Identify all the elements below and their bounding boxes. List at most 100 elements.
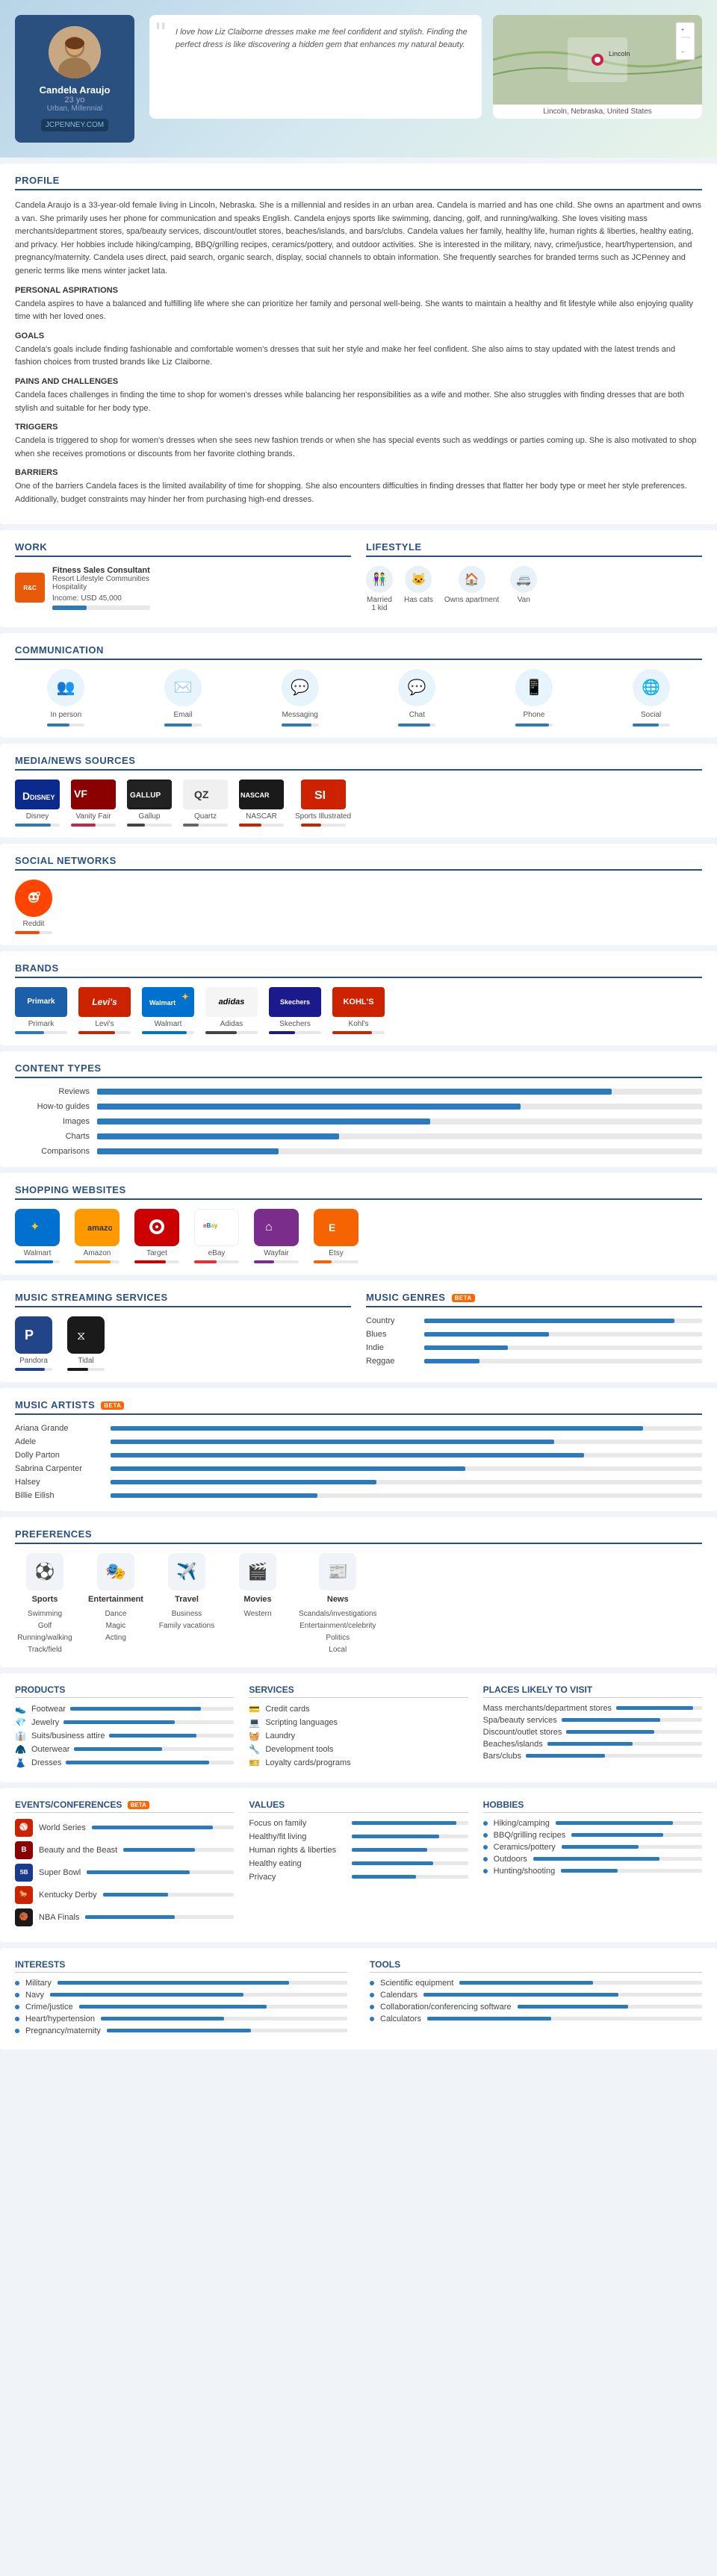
crime-dot <box>15 2005 19 2009</box>
kohls-name: Kohl's <box>349 1020 369 1028</box>
social-networks-section: SOCIAL NETWORKS Reddit <box>0 844 717 945</box>
blues-label: Blues <box>366 1330 418 1339</box>
adidas-name: Adidas <box>220 1020 243 1028</box>
social-reddit: Reddit <box>15 880 52 934</box>
spa-text: Spa/beauty services <box>483 1716 557 1725</box>
disney-bar-wrap <box>15 824 60 827</box>
navy-dot <box>15 1993 19 1997</box>
footwear-bar-bg <box>70 1707 234 1711</box>
messaging-label: Messaging <box>282 711 317 719</box>
disney-bar-bg <box>15 824 60 827</box>
email-bar-fill <box>164 724 193 727</box>
shop-etsy-icon: E <box>314 1209 358 1246</box>
comm-inperson: 👥 In person <box>47 669 84 727</box>
events-col: EVENTS/CONFERENCES BETA ⚾ World Series B… <box>15 1799 234 1931</box>
reddit-label: Reddit <box>23 920 45 928</box>
profile-brand: JCPENNEY.COM <box>41 119 108 131</box>
aspirations-text: Candela aspires to have a balanced and f… <box>15 298 702 324</box>
shop-ebay-bar-bg <box>194 1260 239 1263</box>
header: Candela Araujo 23 yo Urban, Millennial J… <box>0 0 717 158</box>
media-grid: DDISNEY Disney VF Vanity Fair GALLUP <box>15 780 702 827</box>
si-bar-wrap <box>301 824 346 827</box>
laundry-text: Laundry <box>265 1732 295 1740</box>
chat-bar-fill <box>398 724 430 727</box>
calendars-dot <box>370 1993 374 1997</box>
hobby-hunting: Hunting/shooting <box>483 1867 702 1876</box>
quote-box: I love how Liz Claiborne dresses make me… <box>149 15 482 119</box>
skechers-bar-wrap <box>269 1031 321 1034</box>
pref-entertainment: 🎭 Entertainment DanceMagicActing <box>86 1553 146 1656</box>
prefs-title: PREFERENCES <box>15 1528 702 1544</box>
comm-chat: 💬 Chat <box>398 669 435 727</box>
collab-bar-fill <box>518 2005 629 2009</box>
brands-section: BRANDS Primark Primark Levi's Levi's Wal… <box>0 951 717 1045</box>
hobby-hiking: Hiking/camping <box>483 1819 702 1828</box>
kohls-logo: KOHL'S <box>332 987 385 1017</box>
prefs-grid: ⚽ Sports SwimmingGolfRunning/walkingTrac… <box>15 1553 702 1656</box>
company-logo: R&C <box>15 573 45 603</box>
genre-country: Country <box>366 1316 702 1325</box>
ariana-bar-bg <box>111 1426 702 1431</box>
places-col: PLACES LIKELY TO VISIT Mass merchants/de… <box>483 1684 702 1771</box>
dolly-bar-bg <box>111 1453 702 1457</box>
lifestyle-col: LIFESTYLE 👫 Married1 kid 🐱 Has cats 🏠 Ow… <box>366 541 702 616</box>
inperson-bar-fill <box>47 724 69 727</box>
profile-card: Candela Araujo 23 yo Urban, Millennial J… <box>15 15 134 143</box>
travel-icon: ✈️ <box>168 1553 205 1590</box>
place-bars: Bars/clubs <box>483 1752 702 1761</box>
collab-text: Collaboration/conferencing software <box>380 2003 512 2012</box>
healthy-value-text: Healthy/fit living <box>249 1832 346 1841</box>
family-bar-fill <box>352 1821 456 1825</box>
halsey-bar-fill <box>111 1480 376 1484</box>
outdoors-text: Outdoors <box>494 1855 527 1864</box>
military-bar-fill <box>58 1981 290 1985</box>
shop-walmart: ✦ Walmart <box>15 1209 60 1263</box>
media-nascar: NASCAR NASCAR <box>239 780 284 827</box>
spa-bar-bg <box>562 1718 702 1722</box>
product-suits: 👔 Suits/business attire <box>15 1731 234 1741</box>
chat-bar-wrap <box>398 724 435 727</box>
footwear-icon: 👟 <box>15 1704 27 1714</box>
inperson-bar-bg <box>47 724 84 727</box>
event-nba: 🏀 NBA Finals <box>15 1908 234 1926</box>
calendars-bar-fill <box>423 1993 618 1997</box>
dresses-bar-fill <box>66 1761 208 1764</box>
service-scripting: 💻 Scripting languages <box>249 1717 468 1728</box>
cats-label: Has cats <box>404 596 433 604</box>
hiking-text: Hiking/camping <box>494 1819 550 1828</box>
discount-bar-fill <box>566 1730 654 1734</box>
int-military: Military <box>15 1979 347 1988</box>
reviews-bar-bg <box>97 1089 702 1095</box>
quote-map-area: I love how Liz Claiborne dresses make me… <box>149 15 702 119</box>
social-grid: Reddit <box>15 880 702 934</box>
human-bar-bg <box>352 1848 468 1852</box>
values-col: VALUES Focus on family Healthy/fit livin… <box>249 1799 468 1931</box>
reddit-icon <box>15 880 52 917</box>
shop-wayfair-bar-fill <box>254 1260 274 1263</box>
credit-text: Credit cards <box>265 1705 309 1714</box>
hunting-dot <box>483 1869 488 1873</box>
shop-etsy-name: Etsy <box>329 1249 343 1257</box>
gallup-bar-wrap <box>127 824 172 827</box>
hunting-bar-fill <box>561 1869 618 1873</box>
shop-ebay-name: eBay <box>208 1249 226 1257</box>
billie-bar-bg <box>111 1493 702 1498</box>
triggers-label: TRIGGERS <box>15 423 702 432</box>
scripting-icon: 💻 <box>249 1717 261 1728</box>
shop-ebay-bar-fill <box>194 1260 217 1263</box>
value-eating: Healthy eating <box>249 1859 468 1868</box>
shop-walmart-name: Walmart <box>24 1249 52 1257</box>
jewelry-bar-bg <box>63 1720 234 1724</box>
kohls-bar-bg <box>332 1031 385 1034</box>
services-title: SERVICES <box>249 1684 468 1698</box>
media-quartz: QZ Quartz <box>183 780 228 827</box>
beauty-bar-fill <box>123 1848 195 1852</box>
cats-icon: 🐱 <box>405 566 432 593</box>
dresses-bar-bg <box>66 1761 234 1764</box>
tools-col: TOOLS Scientific equipment Calendars Col… <box>370 1959 702 2038</box>
shop-amazon-bar-bg <box>75 1260 120 1263</box>
barriers-label: BARRIERS <box>15 468 702 477</box>
genre-indie: Indie <box>366 1343 702 1352</box>
svg-text:DISNEY: DISNEY <box>30 794 55 801</box>
int-pregnancy: Pregnancy/maternity <box>15 2026 347 2035</box>
